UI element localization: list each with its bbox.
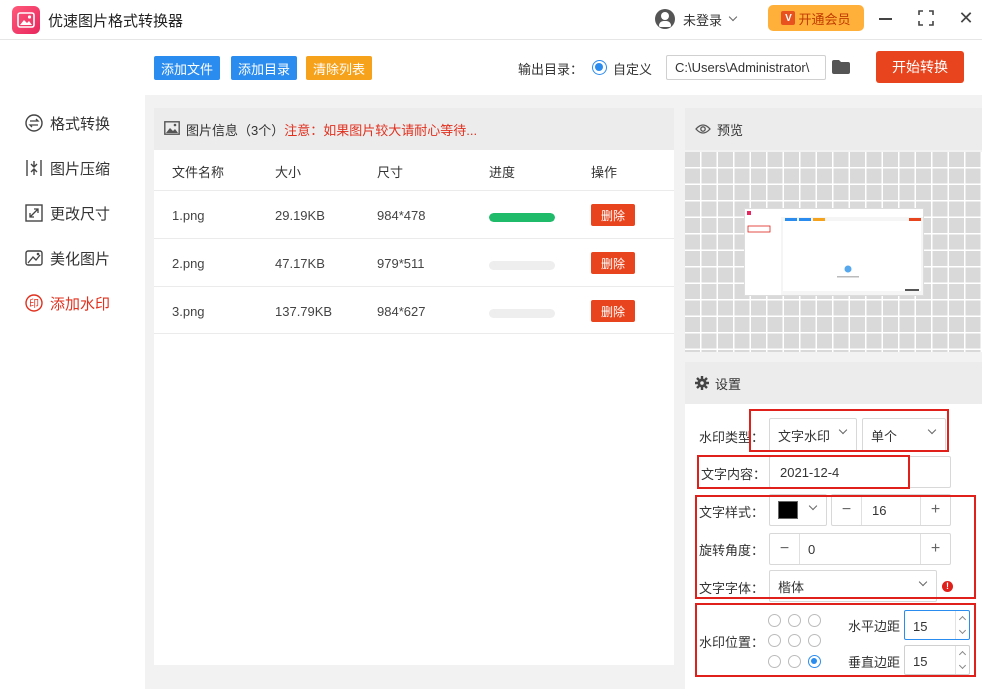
preview-header: 预览 — [685, 108, 982, 150]
file-name: 2.png — [172, 256, 205, 271]
file-dims: 984*478 — [377, 208, 426, 223]
vip-icon: V — [781, 11, 796, 25]
column-header-action: 操作 — [591, 165, 618, 180]
delete-button[interactable]: 删除 — [591, 300, 635, 322]
user-menu[interactable]: 未登录 — [655, 8, 738, 30]
preview-thumbnail — [744, 208, 924, 296]
table-row: 1.png 29.19KB 984*478 删除 — [154, 190, 674, 238]
delete-button[interactable]: 删除 — [591, 252, 635, 274]
app-logo-icon — [12, 6, 40, 34]
file-dims: 979*511 — [377, 256, 425, 271]
sidebar-item-watermark[interactable]: 印 添加水印 — [24, 291, 110, 315]
table-row: 3.png 137.79KB 984*627 删除 — [154, 286, 674, 334]
gear-icon — [695, 376, 709, 390]
clear-list-button[interactable]: 清除列表 — [306, 56, 373, 80]
close-button[interactable]: ✕ — [955, 8, 977, 28]
preview-title: 预览 — [717, 122, 744, 138]
file-count-title: 图片信息（3个） — [186, 122, 285, 138]
add-directory-button[interactable]: 添加目录 — [231, 56, 298, 80]
highlight-text-content — [697, 455, 910, 489]
resize-icon — [24, 203, 44, 223]
sidebar: 格式转换 图片压缩 更改尺寸 美化图片 印 添加水印 — [0, 41, 145, 689]
highlight-position — [695, 603, 976, 677]
eye-icon — [695, 123, 711, 135]
sidebar-item-label: 更改尺寸 — [50, 205, 111, 223]
custom-output-label: 自定义 — [613, 62, 653, 77]
highlight-watermark-type — [749, 409, 949, 452]
watermark-icon: 印 — [24, 293, 44, 313]
sidebar-item-resize[interactable]: 更改尺寸 — [24, 201, 110, 225]
compress-icon — [24, 158, 44, 178]
add-file-button[interactable]: 添加文件 — [154, 56, 221, 80]
toolbar: 添加文件 添加目录 清除列表 输出目录： 自定义 C:\Users\Admini… — [145, 41, 982, 95]
file-size: 47.17KB — [275, 256, 325, 271]
start-convert-button[interactable]: 开始转换 — [876, 51, 964, 83]
column-header-size: 大小 — [275, 165, 302, 180]
column-header-progress: 进度 — [489, 165, 516, 180]
login-status: 未登录 — [683, 12, 723, 28]
settings-header: 设置 — [685, 362, 982, 404]
user-avatar-icon — [655, 9, 675, 29]
image-icon — [164, 120, 180, 138]
minimize-button[interactable] — [875, 8, 897, 28]
file-dims: 984*627 — [377, 304, 426, 319]
settings-title: 设置 — [715, 376, 742, 392]
sidebar-item-format-convert[interactable]: 格式转换 — [24, 111, 110, 135]
vip-button[interactable]: V 开通会员 — [768, 5, 864, 31]
progress-bar — [489, 309, 555, 318]
sidebar-item-label: 美化图片 — [50, 250, 111, 268]
progress-bar — [489, 261, 555, 270]
custom-output-radio[interactable] — [592, 60, 607, 75]
file-name: 3.png — [172, 304, 205, 319]
delete-button[interactable]: 删除 — [591, 204, 635, 226]
sidebar-item-label: 添加水印 — [50, 295, 111, 313]
sidebar-item-beautify[interactable]: 美化图片 — [24, 246, 110, 270]
file-size: 29.19KB — [275, 208, 325, 223]
format-convert-icon — [24, 113, 44, 133]
progress-bar — [489, 213, 555, 222]
file-list-header: 图片信息（3个） 注意：如果图片较大请耐心等待... — [154, 108, 674, 150]
output-path-field[interactable]: C:\Users\Administrator\ — [666, 55, 826, 80]
file-list-panel: 图片信息（3个） 注意：如果图片较大请耐心等待... 文件名称 大小 尺寸 进度… — [154, 108, 674, 665]
folder-icon[interactable] — [831, 59, 851, 75]
progress-fill — [489, 213, 555, 222]
column-header-name: 文件名称 — [172, 165, 225, 180]
sidebar-item-label: 格式转换 — [50, 115, 111, 133]
sidebar-item-compress[interactable]: 图片压缩 — [24, 156, 110, 180]
large-file-note: 注意：如果图片较大请耐心等待... — [284, 122, 478, 138]
table-row: 2.png 47.17KB 979*511 删除 — [154, 238, 674, 286]
vip-label: 开通会员 — [798, 11, 851, 27]
output-dir-label: 输出目录： — [518, 62, 584, 77]
maximize-button[interactable] — [915, 8, 937, 28]
maximize-icon — [918, 10, 934, 26]
title-bar: 优速图片格式转换器 未登录 V 开通会员 ✕ — [0, 0, 982, 40]
app-title: 优速图片格式转换器 — [48, 13, 184, 30]
column-header-dims: 尺寸 — [377, 165, 404, 180]
beautify-icon — [24, 248, 44, 268]
file-size: 137.79KB — [275, 304, 333, 319]
chevron-down-icon — [728, 12, 738, 22]
sidebar-item-label: 图片压缩 — [50, 160, 111, 178]
file-name: 1.png — [172, 208, 205, 223]
highlight-text-style — [695, 495, 976, 599]
svg-text:印: 印 — [29, 298, 39, 310]
